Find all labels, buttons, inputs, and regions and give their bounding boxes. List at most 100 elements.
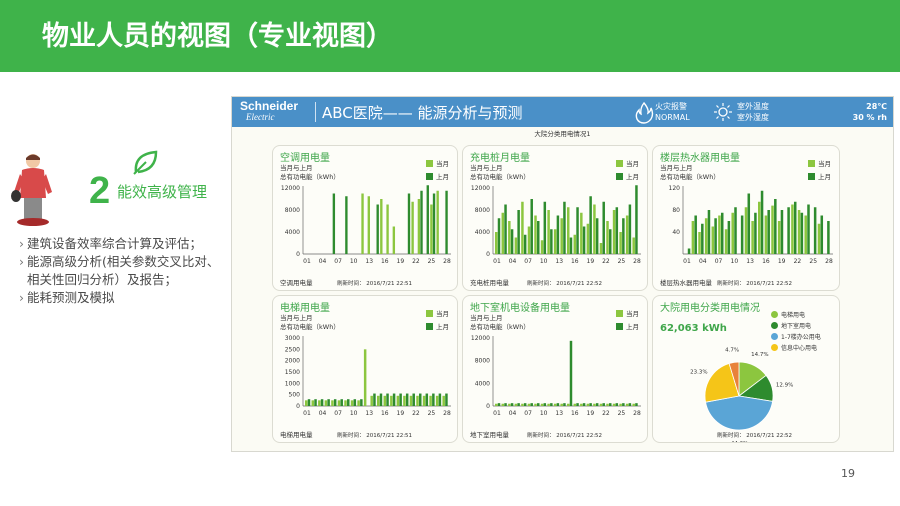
bar bbox=[340, 399, 343, 406]
bar bbox=[694, 215, 697, 254]
bar bbox=[508, 403, 511, 406]
staff-person-icon bbox=[11, 154, 52, 226]
bar bbox=[780, 210, 784, 254]
bar bbox=[556, 215, 560, 254]
bar bbox=[504, 204, 507, 254]
bar bbox=[767, 210, 770, 254]
bar bbox=[635, 185, 638, 254]
bar bbox=[774, 199, 777, 254]
bar bbox=[817, 223, 821, 254]
x-tick-label: 10 bbox=[540, 410, 548, 417]
bar bbox=[320, 399, 324, 406]
bar bbox=[430, 204, 433, 254]
bar bbox=[383, 395, 387, 406]
bar bbox=[687, 248, 691, 254]
bar bbox=[731, 212, 734, 254]
bar bbox=[508, 221, 511, 254]
bar bbox=[791, 204, 794, 254]
bar bbox=[553, 229, 557, 254]
dashboard-title: ABC医院—— 能源分析与预测 bbox=[322, 104, 523, 122]
x-tick-label: 10 bbox=[350, 258, 358, 265]
bar bbox=[567, 207, 570, 254]
x-tick-label: 16 bbox=[571, 258, 579, 265]
bar bbox=[407, 193, 411, 254]
bar bbox=[386, 393, 389, 406]
bar bbox=[714, 218, 717, 254]
bar bbox=[724, 229, 728, 254]
y-tick-label: 4000 bbox=[475, 380, 490, 387]
bar bbox=[495, 232, 498, 254]
bar bbox=[612, 403, 616, 406]
bar bbox=[553, 403, 557, 406]
bar bbox=[436, 190, 439, 254]
pie-slice-label: 23.3% bbox=[690, 370, 707, 376]
bar bbox=[589, 196, 592, 254]
x-tick-label: 01 bbox=[303, 410, 311, 417]
x-tick-label: 25 bbox=[428, 410, 436, 417]
y-tick-label: 8000 bbox=[285, 207, 300, 214]
bar bbox=[718, 215, 721, 254]
feature-bullet: 能耗预测及模拟 bbox=[19, 289, 224, 307]
bar bbox=[813, 207, 817, 254]
bar bbox=[560, 403, 563, 406]
bar bbox=[311, 400, 315, 406]
x-tick-label: 22 bbox=[412, 258, 420, 265]
bar bbox=[390, 395, 393, 406]
bar bbox=[540, 240, 544, 254]
x-tick-label: 13 bbox=[365, 258, 373, 265]
bar bbox=[543, 403, 547, 406]
bar bbox=[582, 226, 586, 254]
bar bbox=[593, 204, 596, 254]
bar bbox=[523, 234, 527, 254]
bar bbox=[764, 215, 768, 254]
x-tick-label: 01 bbox=[303, 258, 311, 265]
x-tick-label: 16 bbox=[762, 258, 770, 265]
bar bbox=[417, 199, 421, 254]
bar bbox=[632, 403, 635, 406]
ev-charger-energy-panel: 充电桩月电量 当月与上月 总有功电能（kWh） 当月 上月 充电桩用电量 刷新时间： 201… bbox=[462, 145, 648, 291]
bar bbox=[373, 393, 376, 406]
x-tick-label: 04 bbox=[319, 410, 327, 417]
feature-bullet: 能源高级分析(相关参数交叉比对、相关性回归分析）及报告； bbox=[19, 253, 224, 289]
bar bbox=[563, 201, 566, 254]
x-tick-label: 25 bbox=[809, 258, 817, 265]
x-tick-label: 07 bbox=[524, 410, 532, 417]
water-heater-energy-panel: 楼层热水器用电量 当月与上月 总有功电能（kWh） 当月 上月 楼层热水器用电量 刷新时间：… bbox=[652, 145, 840, 291]
basement-energy-panel: 地下室机电设备用电量 当月与上月 总有功电能（kWh） 当月 上月 地下室用电量 刷新时间：… bbox=[462, 295, 648, 443]
bar bbox=[497, 218, 501, 254]
y-tick-label: 3000 bbox=[285, 335, 300, 342]
feature-bullet: 建筑设备效率综合计算及评估； bbox=[19, 235, 224, 253]
y-tick-label: 8000 bbox=[475, 358, 490, 365]
bar bbox=[734, 207, 737, 254]
bar bbox=[510, 229, 514, 254]
bar bbox=[622, 218, 625, 254]
y-tick-label: 0 bbox=[486, 251, 490, 258]
x-tick-label: 22 bbox=[794, 258, 802, 265]
bar bbox=[445, 190, 448, 254]
bar bbox=[599, 243, 603, 254]
x-tick-label: 10 bbox=[540, 258, 548, 265]
y-tick-label: 1500 bbox=[285, 369, 300, 376]
bar bbox=[367, 196, 370, 254]
bar bbox=[619, 403, 622, 406]
brand-logo-sub: Electric bbox=[246, 112, 275, 122]
bar bbox=[602, 201, 605, 254]
x-tick-label: 19 bbox=[587, 410, 595, 417]
bar bbox=[504, 403, 507, 406]
bar bbox=[422, 395, 426, 406]
energy-dashboard-screenshot: Schneider Electric ABC医院—— 能源分析与预测 火灾报警 … bbox=[231, 96, 894, 452]
x-tick-label: 04 bbox=[509, 258, 517, 265]
bar bbox=[556, 403, 560, 406]
pie-chart: 14.7% 12.9% 44.6% 23.3% 4.7% bbox=[690, 348, 793, 442]
bar bbox=[411, 201, 414, 254]
y-tick-label: 4000 bbox=[285, 229, 300, 236]
bar bbox=[377, 395, 380, 406]
bar bbox=[615, 207, 619, 254]
bar bbox=[527, 403, 531, 406]
bar bbox=[540, 403, 544, 406]
bar bbox=[698, 232, 701, 254]
pie-slice bbox=[705, 395, 774, 431]
bar bbox=[701, 223, 704, 254]
bar bbox=[580, 403, 583, 406]
bar bbox=[747, 193, 751, 254]
